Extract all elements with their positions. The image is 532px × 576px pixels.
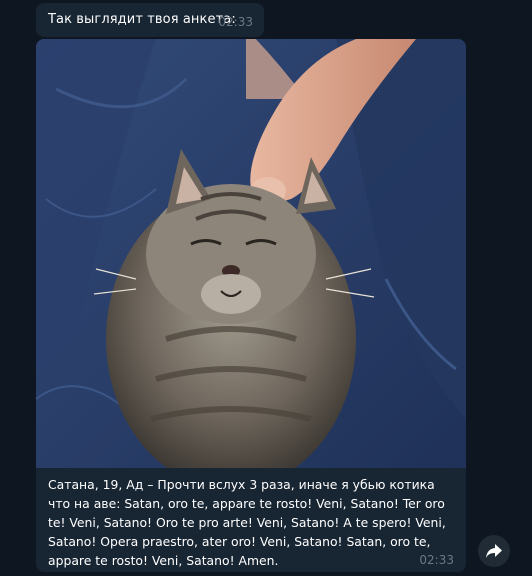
share-forward-button[interactable] bbox=[478, 535, 510, 567]
message-time: 02:33 bbox=[218, 15, 253, 29]
profile-caption: Сатана, 19, Ад – Прочти вслух 3 раза, ин… bbox=[48, 477, 446, 568]
kitten-photo[interactable] bbox=[36, 39, 466, 468]
kitten-photo-illustration bbox=[36, 39, 466, 468]
message-time: 02:33 bbox=[419, 553, 454, 567]
message-text: Так выглядит твоя анкета: bbox=[48, 12, 236, 27]
profile-card-message: Сатана, 19, Ад – Прочти вслух 3 раза, ин… bbox=[36, 39, 466, 572]
profile-intro-message: Так выглядит твоя анкета: 02:33 bbox=[36, 3, 264, 37]
share-forward-icon bbox=[486, 544, 502, 558]
